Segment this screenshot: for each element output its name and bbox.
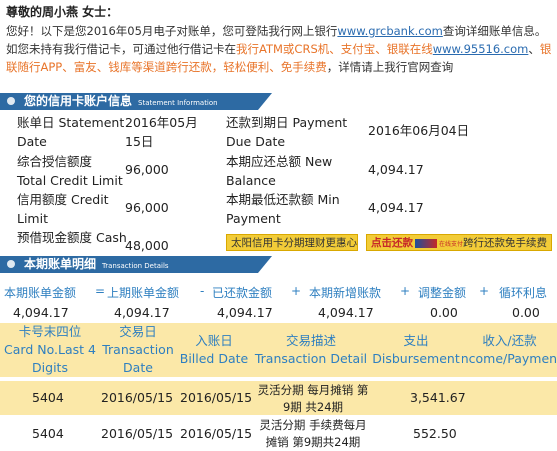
intro-line2-suffix: ，详情请上我行官网查询 bbox=[326, 60, 454, 74]
pay-now-label: 点击还款 bbox=[371, 237, 413, 249]
col-txn-date: 交易日 Transaction Date bbox=[100, 323, 176, 377]
summary-op-minus: - bbox=[200, 284, 205, 298]
row1-disbursement: 3,541.67 bbox=[410, 390, 466, 405]
col-card: 卡号末四位 Card No.Last 4 Digits bbox=[0, 323, 100, 377]
total-credit-value: 96,000 bbox=[125, 162, 169, 177]
credit-limit-label: 信用额度 Credit Limit bbox=[17, 192, 109, 226]
col-card-en: Card No.Last 4 Digits bbox=[4, 342, 96, 375]
row2-disbursement: 552.50 bbox=[413, 426, 457, 441]
txn-section-title: 本期账单明细 bbox=[24, 257, 97, 271]
new-balance-label: 本期应还总额 New Balance bbox=[226, 154, 333, 188]
col-billed-date-en: Billed Date bbox=[179, 351, 249, 366]
pay-now-button[interactable]: 点击还款 在线支付跨行还款免手续费 bbox=[366, 234, 552, 251]
txn-section-header: 本期账单明细 Transaction Details bbox=[0, 256, 272, 273]
col-txn-date-en: Transaction Date bbox=[102, 342, 174, 375]
summary-header-previous: 上期账单金额 bbox=[107, 286, 180, 300]
col-disbursement-cn: 支出 bbox=[403, 333, 429, 348]
summary-header-new: 本期新增账款 bbox=[309, 286, 382, 300]
summary-value-paid: 4,094.17 bbox=[217, 305, 273, 320]
summary-op-plus-2: + bbox=[400, 284, 411, 298]
new-balance-value: 4,094.17 bbox=[368, 162, 424, 177]
header-corner-decoration bbox=[258, 93, 272, 110]
credit-limit-value: 96,000 bbox=[125, 200, 169, 215]
online-pay-tiny-label: 在线支付 bbox=[439, 241, 464, 248]
min-payment-label: 本期最低还款额 Min Payment bbox=[226, 192, 340, 226]
account-section-title: 您的信用卡账户信息 bbox=[24, 94, 133, 108]
min-payment-value: 4,094.17 bbox=[368, 200, 424, 215]
intro-text: 您好！以下是您2016年05月电子对账单，您可登陆我行网上银行www.grcba… bbox=[6, 22, 556, 76]
due-date-value: 2016年06月04日 bbox=[368, 123, 470, 138]
bullet-icon bbox=[7, 97, 15, 105]
intro-sep: 、 bbox=[528, 42, 540, 56]
statement-page: 尊敬的周小燕 女士： 您好！以下是您2016年05月电子对账单，您可登陆我行网上… bbox=[0, 0, 557, 451]
row1-detail: 灵活分期 每月摊销 第9期 共24期 bbox=[257, 383, 369, 414]
row1-card: 5404 bbox=[32, 390, 64, 405]
summary-value-interest: 0.00 bbox=[512, 305, 540, 320]
unionpay-link[interactable]: www.95516.com bbox=[433, 42, 529, 56]
col-detail-en: Transaction Detail bbox=[254, 351, 368, 366]
account-section-subtitle: Statement Information bbox=[138, 99, 218, 107]
col-disbursement: 支出 Disbursement bbox=[370, 323, 462, 377]
col-card-cn: 卡号末四位 bbox=[18, 324, 82, 339]
summary-header-current: 本期账单金额 bbox=[4, 286, 77, 300]
statement-date-label: 账单日 Statement Date bbox=[17, 115, 125, 149]
summary-op-plus-1: + bbox=[291, 284, 302, 298]
summary-value-new: 4,094.17 bbox=[318, 305, 374, 320]
row1-txn-date: 2016/05/15 bbox=[101, 390, 174, 405]
due-date-label: 还款到期日 Payment Due Date bbox=[226, 115, 348, 149]
summary-value-adjust: 0.00 bbox=[430, 305, 458, 320]
summary-header-interest: 循环利息 bbox=[499, 286, 548, 300]
pay-now-suffix: 跨行还款免手续费 bbox=[463, 237, 548, 249]
greeting: 尊敬的周小燕 女士： bbox=[6, 5, 119, 19]
summary-header-paid: 已还款金额 bbox=[212, 286, 273, 300]
summary-value-current: 4,094.17 bbox=[13, 305, 69, 320]
account-section-header: 您的信用卡账户信息 Statement Information bbox=[0, 93, 272, 110]
repay-channels-1: 我行ATM或CRS机、支付宝、银联在线 bbox=[236, 42, 433, 56]
col-disbursement-en: Disbursement bbox=[372, 351, 460, 366]
summary-value-previous: 4,094.17 bbox=[114, 305, 170, 320]
installment-promo-button[interactable]: 太阳信用卡分期理财更惠心 bbox=[226, 234, 358, 251]
summary-header-adjust: 调整金额 bbox=[418, 286, 467, 300]
website-link[interactable]: www.grcbank.com bbox=[337, 24, 442, 38]
intro-line1-prefix: 您好！以下是您2016年05月电子对账单，您可登陆我行网上银行 bbox=[6, 24, 338, 38]
cash-advance-value: 48,000 bbox=[125, 238, 169, 253]
bullet-icon bbox=[7, 260, 15, 268]
row2-card: 5404 bbox=[32, 426, 64, 441]
row2-txn-date: 2016/05/15 bbox=[101, 426, 174, 441]
row2-detail: 灵活分期 手续费每月摊销 第9期共24期 bbox=[259, 418, 367, 449]
txn-section-subtitle: Transaction Details bbox=[102, 262, 169, 270]
summary-op-plus-3: + bbox=[479, 284, 490, 298]
col-detail-cn: 交易描述 bbox=[285, 333, 336, 348]
col-income-cn: 收入/还款 bbox=[482, 333, 537, 348]
row2-billed-date: 2016/05/15 bbox=[180, 426, 253, 441]
summary-op-equals: = bbox=[95, 284, 106, 298]
col-income-en: Income/Payment bbox=[462, 351, 557, 366]
total-credit-label: 综合授信额度 Total Credit Limit bbox=[17, 154, 123, 188]
row1-billed-date: 2016/05/15 bbox=[180, 390, 253, 405]
cash-advance-label: 预借现金额度 Cash bbox=[17, 230, 127, 245]
col-billed-date: 入账日 Billed Date bbox=[176, 323, 252, 377]
col-income: 收入/还款 Income/Payment bbox=[462, 323, 557, 377]
col-detail: 交易描述 Transaction Detail bbox=[252, 323, 370, 377]
header-corner-decoration bbox=[258, 256, 272, 273]
card-icon bbox=[415, 238, 437, 248]
col-billed-date-cn: 入账日 bbox=[195, 333, 233, 348]
txn-table-header: 卡号末四位 Card No.Last 4 Digits 交易日 Transact… bbox=[0, 323, 557, 377]
col-txn-date-cn: 交易日 bbox=[119, 324, 157, 339]
statement-date-value: 2016年05月15日 bbox=[125, 115, 198, 149]
